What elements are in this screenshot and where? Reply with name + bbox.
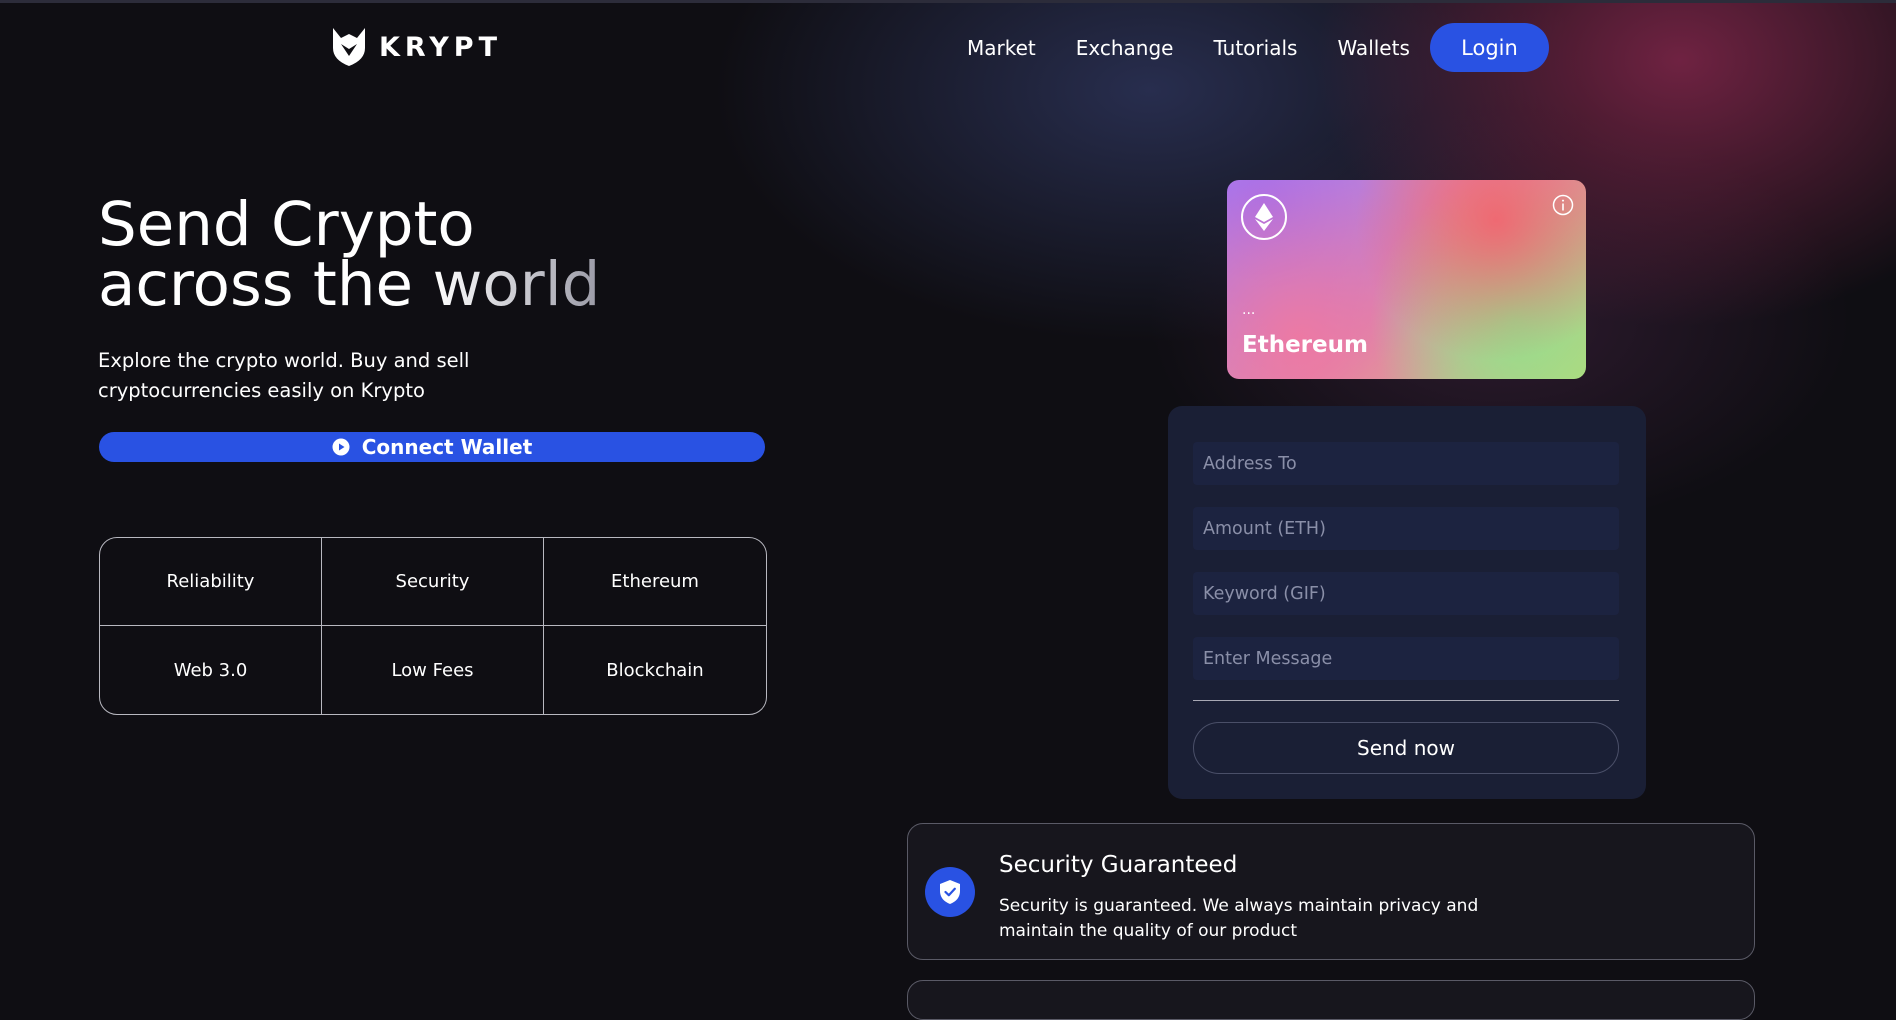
nav-item-exchange[interactable]: Exchange <box>1076 36 1174 60</box>
card-network-name: Ethereum <box>1242 332 1368 358</box>
card-address: ... <box>1242 302 1256 318</box>
login-button[interactable]: Login <box>1430 23 1549 72</box>
features-grid: Reliability Security Ethereum Web 3.0 Lo… <box>99 537 767 715</box>
message-input[interactable] <box>1193 637 1619 680</box>
shield-check-icon <box>940 880 960 904</box>
brand-name: KRYPT <box>379 31 502 63</box>
nav-item-market[interactable]: Market <box>967 36 1036 60</box>
feature-reliability: Reliability <box>100 538 322 626</box>
form-divider <box>1193 700 1619 701</box>
info-icon[interactable] <box>1552 194 1574 216</box>
hero-title-line2a: across the <box>98 249 433 320</box>
feature-security: Security <box>322 538 544 626</box>
service-icon-badge <box>925 867 975 917</box>
nav-item-wallets[interactable]: Wallets <box>1337 36 1409 60</box>
hero-title-line2b: world <box>432 249 601 320</box>
service-card-security: Security Guaranteed Security is guarante… <box>907 823 1755 960</box>
send-now-button[interactable]: Send now <box>1193 722 1619 774</box>
send-form: Send now <box>1168 406 1646 799</box>
feature-blockchain: Blockchain <box>606 659 704 681</box>
service-title: Security Guaranteed <box>999 852 1238 878</box>
ethereum-card: ... Ethereum <box>1227 180 1586 379</box>
keyword-input[interactable] <box>1193 572 1619 615</box>
connect-wallet-label: Connect Wallet <box>361 435 533 459</box>
connect-wallet-button[interactable]: Connect Wallet <box>99 432 765 462</box>
krypt-logo-icon <box>333 28 365 66</box>
main-nav: Market Exchange Tutorials Wallets <box>940 28 1450 68</box>
ethereum-icon <box>1255 203 1273 231</box>
play-icon <box>332 438 350 456</box>
nav-item-tutorials[interactable]: Tutorials <box>1213 36 1297 60</box>
service-description: Security is guaranteed. We always mainta… <box>999 896 1479 941</box>
feature-ethereum: Ethereum <box>544 538 766 626</box>
hero-title: Send Crypto across the world <box>98 194 600 315</box>
feature-low-fees: Low Fees <box>322 626 544 714</box>
feature-web3: Web 3.0 <box>100 626 322 714</box>
address-to-input[interactable] <box>1193 442 1619 485</box>
brand-logo[interactable]: KRYPT <box>327 26 502 68</box>
hero-subtitle: Explore the crypto world. Buy and sell c… <box>98 349 470 402</box>
top-border <box>0 0 1896 3</box>
ethereum-badge <box>1241 194 1287 240</box>
amount-input[interactable] <box>1193 507 1619 550</box>
service-card-next <box>907 980 1755 1020</box>
